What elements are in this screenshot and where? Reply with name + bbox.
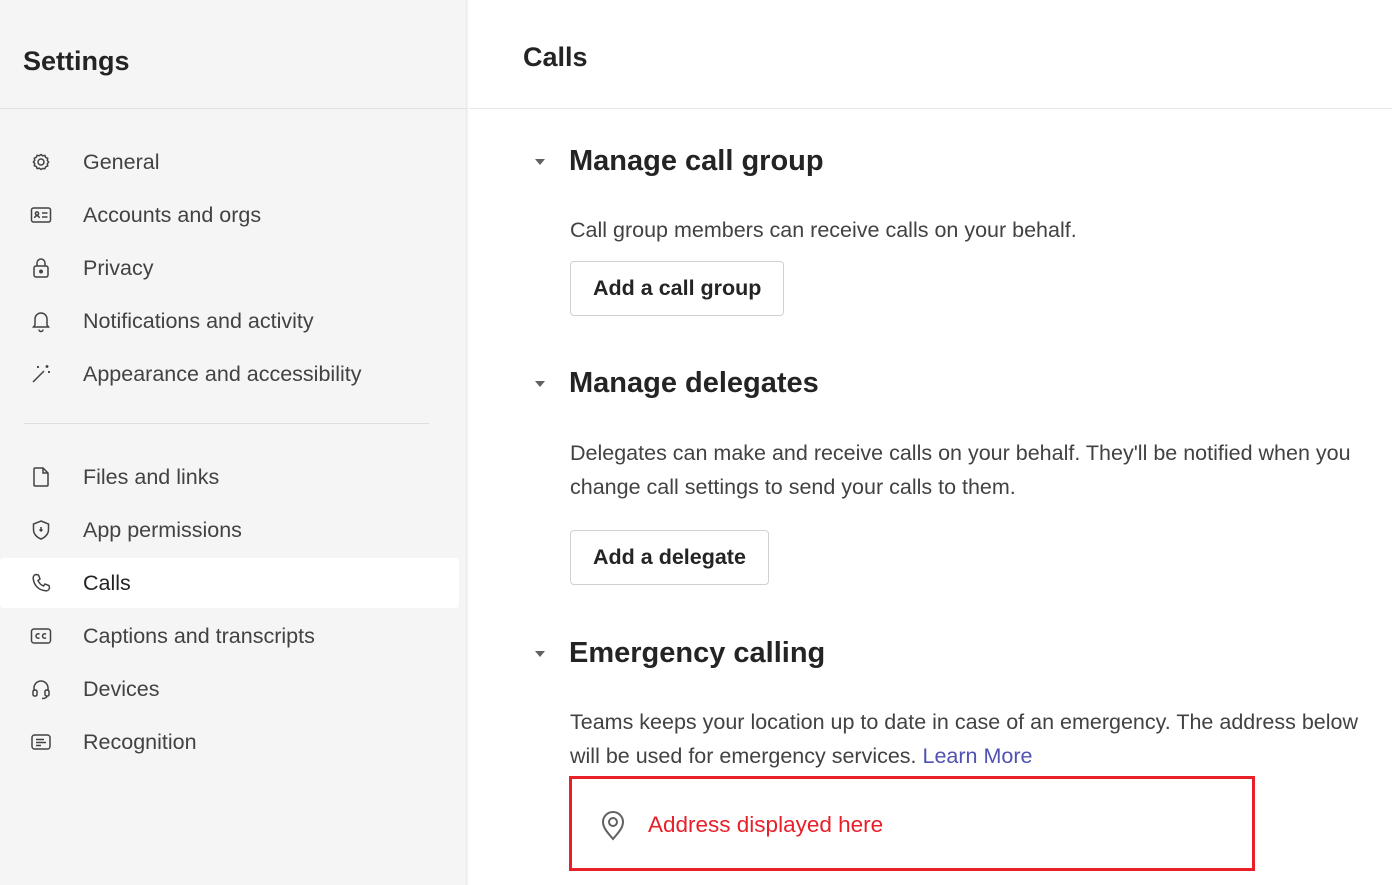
sidebar-divider (24, 423, 429, 424)
location-pin-icon (598, 809, 628, 841)
sidebar-item-calls[interactable]: Calls (0, 558, 459, 608)
sidebar-shadow (466, 0, 469, 885)
sidebar-item-label: App permissions (83, 517, 242, 542)
section-title: Emergency calling (569, 637, 826, 669)
sidebar-item-accounts-and-orgs[interactable]: Accounts and orgs (0, 190, 459, 240)
emergency-address-box: Address displayed here (569, 776, 1255, 871)
sidebar-item-recognition[interactable]: Recognition (0, 717, 459, 767)
section-description: Teams keeps your location up to date in … (570, 705, 1390, 773)
sidebar-item-label: Privacy (83, 255, 154, 280)
sidebar-item-label: Captions and transcripts (83, 623, 315, 648)
section-manage-delegates-toggle[interactable]: Manage delegates (533, 367, 819, 400)
sidebar-item-label: Calls (83, 570, 131, 595)
learn-more-link[interactable]: Learn More (923, 744, 1033, 768)
sidebar-item-label: Recognition (83, 729, 197, 754)
chevron-down-icon (533, 649, 547, 659)
shield-icon (28, 517, 54, 543)
sidebar-item-label: Devices (83, 676, 160, 701)
sidebar-item-general[interactable]: General (0, 137, 459, 187)
recognition-icon (28, 729, 54, 755)
phone-icon (28, 570, 54, 596)
sidebar-item-devices[interactable]: Devices (0, 664, 459, 714)
section-description: Call group members can receive calls on … (570, 218, 1077, 242)
sidebar-item-captions[interactable]: Captions and transcripts (0, 611, 459, 661)
document-icon (28, 464, 54, 490)
section-title: Manage call group (569, 145, 824, 177)
id-card-icon (28, 202, 54, 228)
content-header: Calls (469, 10, 1392, 109)
chevron-down-icon (533, 379, 547, 389)
sidebar-item-label: Accounts and orgs (83, 202, 262, 227)
sidebar-item-label: General (83, 149, 160, 174)
chevron-down-icon (533, 157, 547, 167)
section-emergency-calling-toggle[interactable]: Emergency calling (533, 637, 825, 670)
headset-icon (28, 676, 54, 702)
gear-icon (28, 149, 54, 175)
sidebar-item-label: Appearance and accessibility (83, 361, 362, 386)
section-title: Manage delegates (569, 367, 819, 399)
sidebar-item-privacy[interactable]: Privacy (0, 243, 459, 293)
section-manage-call-group-toggle[interactable]: Manage call group (533, 145, 824, 178)
lock-icon (28, 255, 54, 281)
sidebar-item-label: Files and links (83, 464, 220, 489)
add-delegate-button[interactable]: Add a delegate (570, 530, 769, 585)
sidebar-item-notifications[interactable]: Notifications and activity (0, 296, 459, 346)
closed-caption-icon (28, 623, 54, 649)
add-call-group-button[interactable]: Add a call group (570, 261, 785, 316)
emergency-address: Address displayed here (648, 812, 884, 837)
bell-icon (28, 308, 54, 334)
sidebar-item-files-and-links[interactable]: Files and links (0, 452, 459, 502)
sidebar-title: Settings (23, 46, 130, 76)
sidebar-item-app-permissions[interactable]: App permissions (0, 505, 459, 555)
page-title: Calls (523, 42, 588, 72)
settings-sidebar: Settings General Accounts and orgs Priva… (0, 0, 466, 885)
section-description: Delegates can make and receive calls on … (570, 441, 1351, 499)
magic-wand-icon (28, 361, 54, 387)
sidebar-header: Settings (0, 10, 466, 109)
sidebar-item-appearance[interactable]: Appearance and accessibility (0, 349, 459, 399)
sidebar-item-label: Notifications and activity (83, 308, 314, 333)
